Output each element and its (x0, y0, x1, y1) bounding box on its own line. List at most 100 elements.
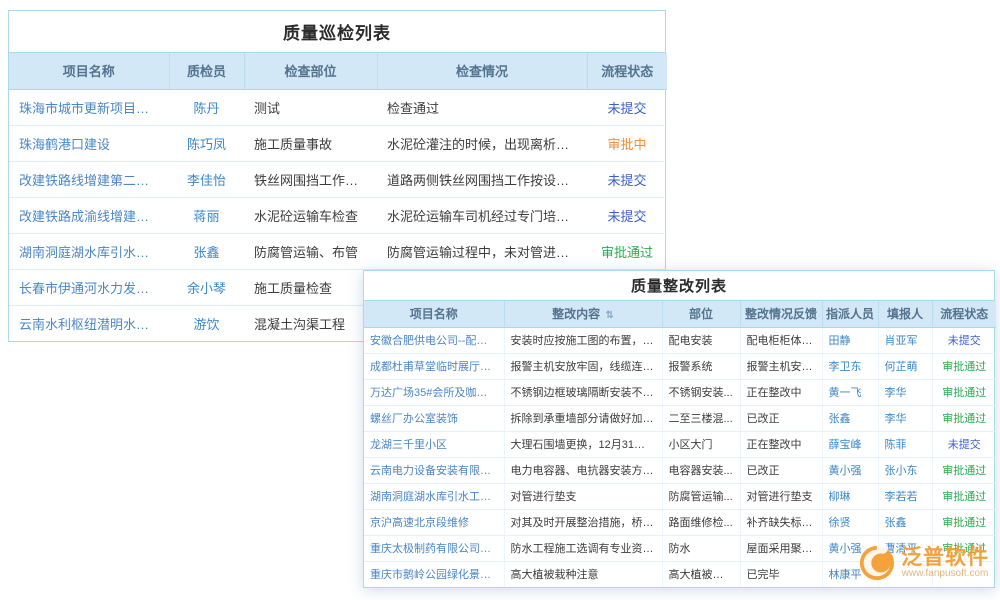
project-name-link[interactable]: 改建铁路成渝线增建第... (9, 197, 169, 233)
feedback-cell: 对管进行垫支 (740, 483, 822, 509)
flow-status-cell: 未提交 (587, 161, 667, 197)
flow-status-cell: 审批通过 (932, 457, 996, 483)
col-header-inspect-result: 检查情况 (377, 53, 587, 89)
inspector-cell: 余小琴 (169, 269, 244, 305)
table-row: 万达广场35#会所及咖啡厅空...不锈钢边框玻璃隔断安装不平...不锈钢安装..… (364, 379, 996, 405)
col-header-part: 部位 (662, 301, 740, 327)
rectification-list-panel: 质量整改列表 项目名称 整改内容 ⇅ 部位 整改情况反馈 指派人员 填报人 流程… (363, 270, 995, 588)
flow-status-cell: 未提交 (932, 327, 996, 353)
reporter-cell: 曹清平 (878, 535, 932, 561)
project-name-link[interactable]: 珠海市城市更新项目紫... (9, 89, 169, 125)
table-row: 螺丝厂办公室装饰拆除到承重墙部分请做好加固...二至三楼混...已改正张鑫李华审… (364, 405, 996, 431)
project-name-link[interactable]: 改建铁路线增建第二线... (9, 161, 169, 197)
col-header-rectify-content[interactable]: 整改内容 ⇅ (504, 301, 662, 327)
assignee-cell: 徐贤 (822, 509, 878, 535)
flow-status-cell: 未提交 (932, 431, 996, 457)
part-cell: 配电安装 (662, 327, 740, 353)
project-name-link[interactable]: 龙湖三千里小区 (364, 431, 504, 457)
flow-status-cell: 未提交 (587, 197, 667, 233)
feedback-cell: 已改正 (740, 457, 822, 483)
table-row: 龙湖三千里小区大理石围墙更换，12月31日之...小区大门正在整改中薛宝峰陈菲未… (364, 431, 996, 457)
feedback-cell: 补齐缺失标志... (740, 509, 822, 535)
inspect-part-cell: 混凝土沟渠工程 (244, 305, 377, 341)
table-row: 京沪高速北京段维修对其及时开展整治措施，桥头...路面维修检...补齐缺失标志.… (364, 509, 996, 535)
inspection-list-title: 质量巡检列表 (9, 11, 665, 53)
project-name-link[interactable]: 长春市伊通河水力发电... (9, 269, 169, 305)
project-name-link[interactable]: 万达广场35#会所及咖啡厅空... (364, 379, 504, 405)
rectification-table: 项目名称 整改内容 ⇅ 部位 整改情况反馈 指派人员 填报人 流程状态 安徽合肥… (364, 301, 996, 587)
inspect-part-cell: 施工质量事故 (244, 125, 377, 161)
col-header-project-name: 项目名称 (364, 301, 504, 327)
project-name-link[interactable]: 京沪高速北京段维修 (364, 509, 504, 535)
part-cell: 防腐管运输... (662, 483, 740, 509)
flow-status-cell: 审批通过 (932, 353, 996, 379)
project-name-link[interactable]: 重庆市鹅岭公园绿化景观提升... (364, 561, 504, 587)
table-row: 云南电力设备安装有限公司20...电力电容器、电抗器安装方案...电容器安装..… (364, 457, 996, 483)
assignee-cell: 李卫东 (822, 353, 878, 379)
rectify-content-cell: 报警主机安放牢固，线缆连接... (504, 353, 662, 379)
inspect-part-cell: 测试 (244, 89, 377, 125)
feedback-cell: 正在整改中 (740, 379, 822, 405)
table-row: 重庆市鹅岭公园绿化景观提升...高大植被栽种注意高大植被栽种已完毕林康平 (364, 561, 996, 587)
assignee-cell: 林康平 (822, 561, 878, 587)
col-header-inspector: 质检员 (169, 53, 244, 89)
rectify-content-cell: 安装时应按施工图的布置，将... (504, 327, 662, 353)
rectify-content-cell: 对其及时开展整治措施，桥头... (504, 509, 662, 535)
reporter-cell: 陈菲 (878, 431, 932, 457)
rectify-content-cell: 不锈钢边框玻璃隔断安装不平... (504, 379, 662, 405)
col-header-project-name: 项目名称 (9, 53, 169, 89)
reporter-cell: 何芷萌 (878, 353, 932, 379)
assignee-cell: 黄小强 (822, 535, 878, 561)
feedback-cell: 正在整改中 (740, 431, 822, 457)
sort-icon[interactable]: ⇅ (605, 310, 613, 321)
project-name-link[interactable]: 螺丝厂办公室装饰 (364, 405, 504, 431)
reporter-cell (878, 561, 932, 587)
rectify-content-cell: 对管进行垫支 (504, 483, 662, 509)
inspect-result-cell: 防腐管运输过程中，未对管进行... (377, 233, 587, 269)
inspect-result-cell: 道路两侧铁丝网围挡工作按设计... (377, 161, 587, 197)
feedback-cell: 已完毕 (740, 561, 822, 587)
feedback-cell: 屋面采用聚氨... (740, 535, 822, 561)
reporter-cell: 李若若 (878, 483, 932, 509)
col-header-assignee: 指派人员 (822, 301, 878, 327)
flow-status-cell: 审批通过 (932, 379, 996, 405)
inspect-result-cell: 检查通过 (377, 89, 587, 125)
project-name-link[interactable]: 湖南洞庭湖水库引水工程施工标... (364, 483, 504, 509)
project-name-link[interactable]: 重庆太极制药有限公司亳州中... (364, 535, 504, 561)
reporter-cell: 张小东 (878, 457, 932, 483)
rectify-content-cell: 大理石围墙更换，12月31日之... (504, 431, 662, 457)
assignee-cell: 田静 (822, 327, 878, 353)
reporter-cell: 李华 (878, 379, 932, 405)
project-name-link[interactable]: 安徽合肥供电公司--配电设备... (364, 327, 504, 353)
table-row: 湖南洞庭湖水库引水工程施工标...对管进行垫支防腐管运输...对管进行垫支柳琳李… (364, 483, 996, 509)
table-row: 改建铁路成渝线增建第...蒋丽水泥砼运输车检查水泥砼运输车司机经过专门培训...… (9, 197, 667, 233)
inspector-cell: 游饮 (169, 305, 244, 341)
inspect-part-cell: 水泥砼运输车检查 (244, 197, 377, 233)
assignee-cell: 薛宝峰 (822, 431, 878, 457)
inspect-part-cell: 防腐管运输、布管 (244, 233, 377, 269)
feedback-cell: 报警主机安放... (740, 353, 822, 379)
header-row: 项目名称 整改内容 ⇅ 部位 整改情况反馈 指派人员 填报人 流程状态 (364, 301, 996, 327)
assignee-cell: 柳琳 (822, 483, 878, 509)
reporter-cell: 肖亚军 (878, 327, 932, 353)
part-cell: 报警系统 (662, 353, 740, 379)
part-cell: 电容器安装... (662, 457, 740, 483)
flow-status-cell: 审批通过 (587, 233, 667, 269)
inspector-cell: 陈丹 (169, 89, 244, 125)
part-cell: 高大植被栽种 (662, 561, 740, 587)
inspect-result-cell: 水泥砼灌注的时候，出现离析现象 (377, 125, 587, 161)
reporter-cell: 张鑫 (878, 509, 932, 535)
project-name-link[interactable]: 成都杜甫草堂临时展厅独立展... (364, 353, 504, 379)
table-row: 改建铁路线增建第二线...李佳怡铁丝网围挡工作检查道路两侧铁丝网围挡工作按设计.… (9, 161, 667, 197)
project-name-link[interactable]: 珠海鹤港口建设 (9, 125, 169, 161)
inspector-cell: 张鑫 (169, 233, 244, 269)
project-name-link[interactable]: 云南电力设备安装有限公司20... (364, 457, 504, 483)
inspect-result-cell: 水泥砼运输车司机经过专门培训... (377, 197, 587, 233)
project-name-link[interactable]: 云南水利枢纽潜明水库... (9, 305, 169, 341)
table-row: 珠海市城市更新项目紫...陈丹测试检查通过未提交 (9, 89, 667, 125)
col-header-reporter: 填报人 (878, 301, 932, 327)
table-row: 重庆太极制药有限公司亳州中...防水工程施工选调有专业资质...防水屋面采用聚氨… (364, 535, 996, 561)
project-name-link[interactable]: 湖南洞庭湖水库引水工... (9, 233, 169, 269)
feedback-cell: 配电柜柜体与... (740, 327, 822, 353)
table-row: 成都杜甫草堂临时展厅独立展...报警主机安放牢固，线缆连接...报警系统报警主机… (364, 353, 996, 379)
